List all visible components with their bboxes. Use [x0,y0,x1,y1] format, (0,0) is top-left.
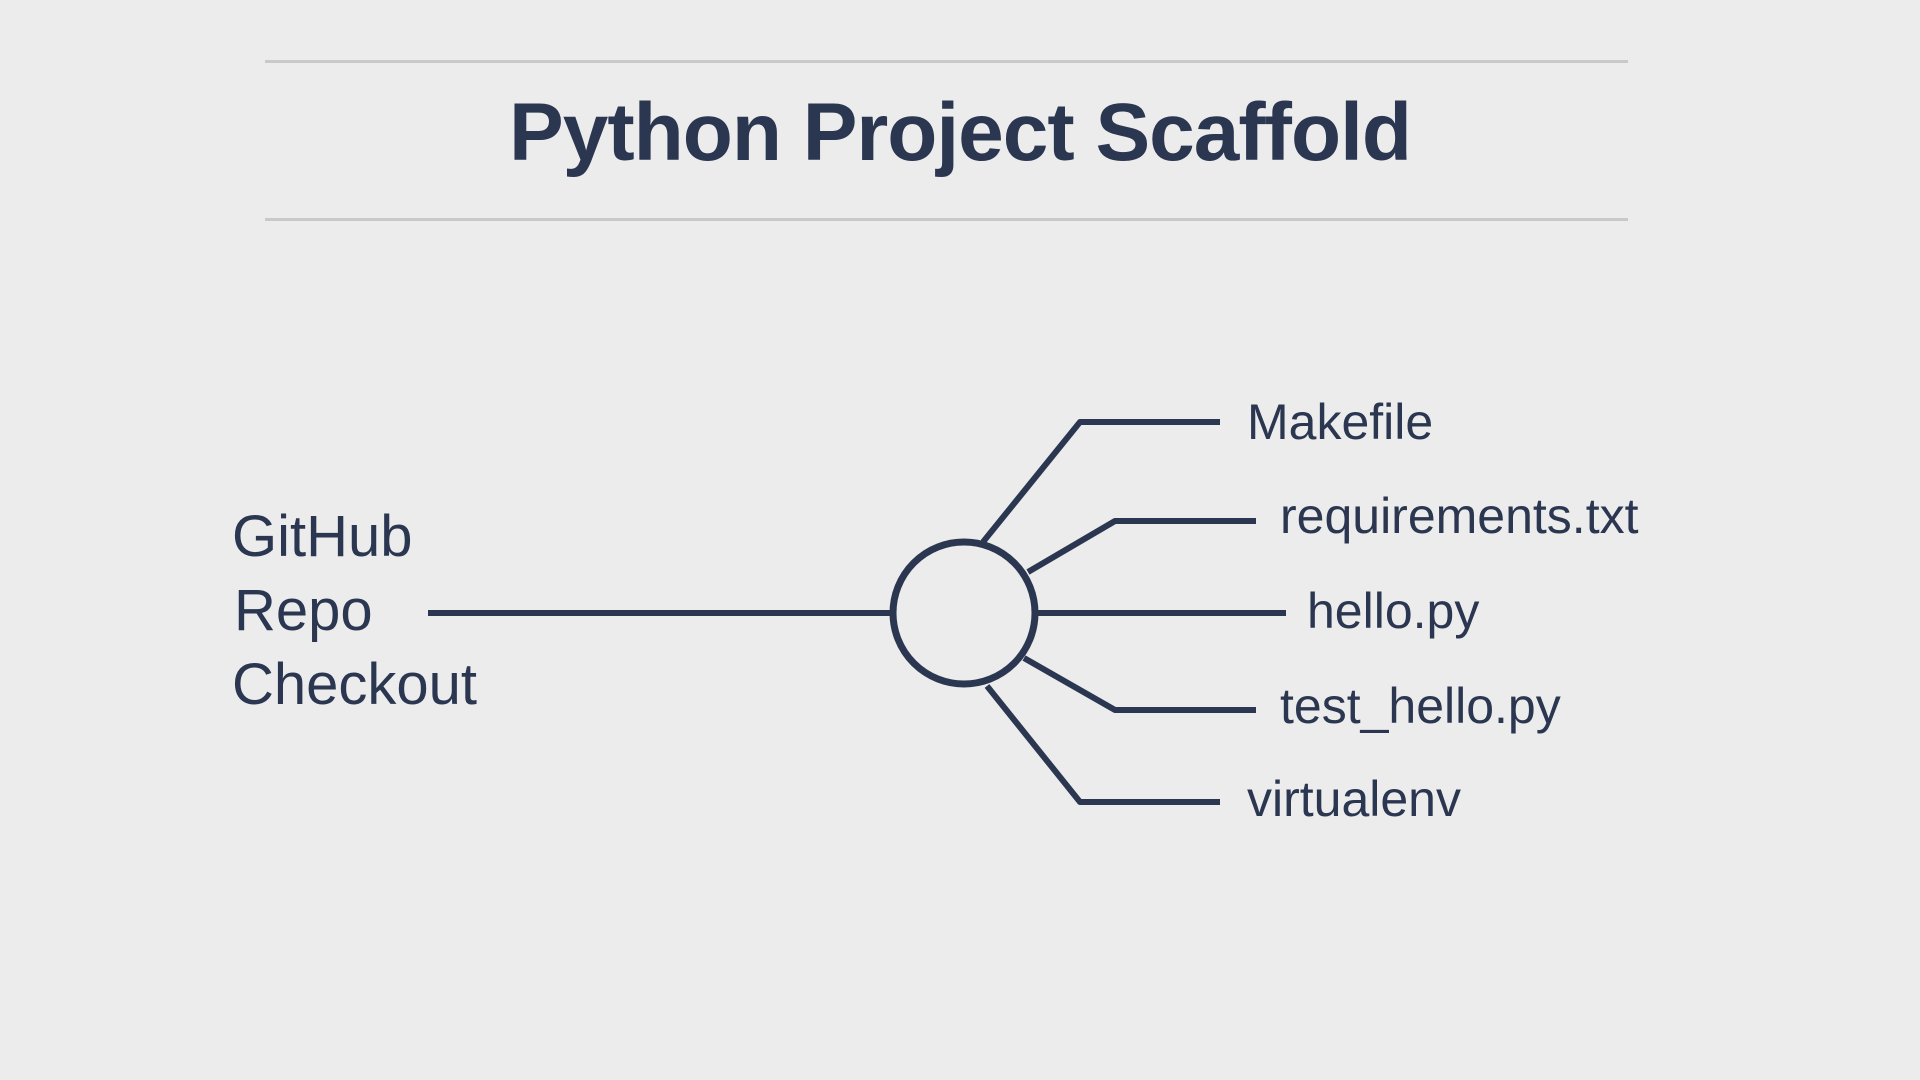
source-label-line-3: Checkout [232,652,477,717]
source-label-line-2: Repo [234,578,373,643]
leaf-label-hello: hello.py [1307,583,1479,639]
hub-node [889,538,1039,688]
scaffold-diagram: GitHub Repo Checkout Makefile requiremen… [232,394,1639,827]
source-label-line-1: GitHub [232,504,413,569]
leaf-label-virtualenv: virtualenv [1247,771,1461,827]
leaf-label-requirements: requirements.txt [1280,488,1639,544]
branch-connector-test-hello [1022,655,1256,713]
slide: Python Project Scaffold GitHub Repo Chec… [0,0,1920,1080]
leaf-label-makefile: Makefile [1247,394,1433,450]
branch-connector-requirements [1026,518,1256,575]
leaf-label-test-hello: test_hello.py [1280,678,1561,734]
